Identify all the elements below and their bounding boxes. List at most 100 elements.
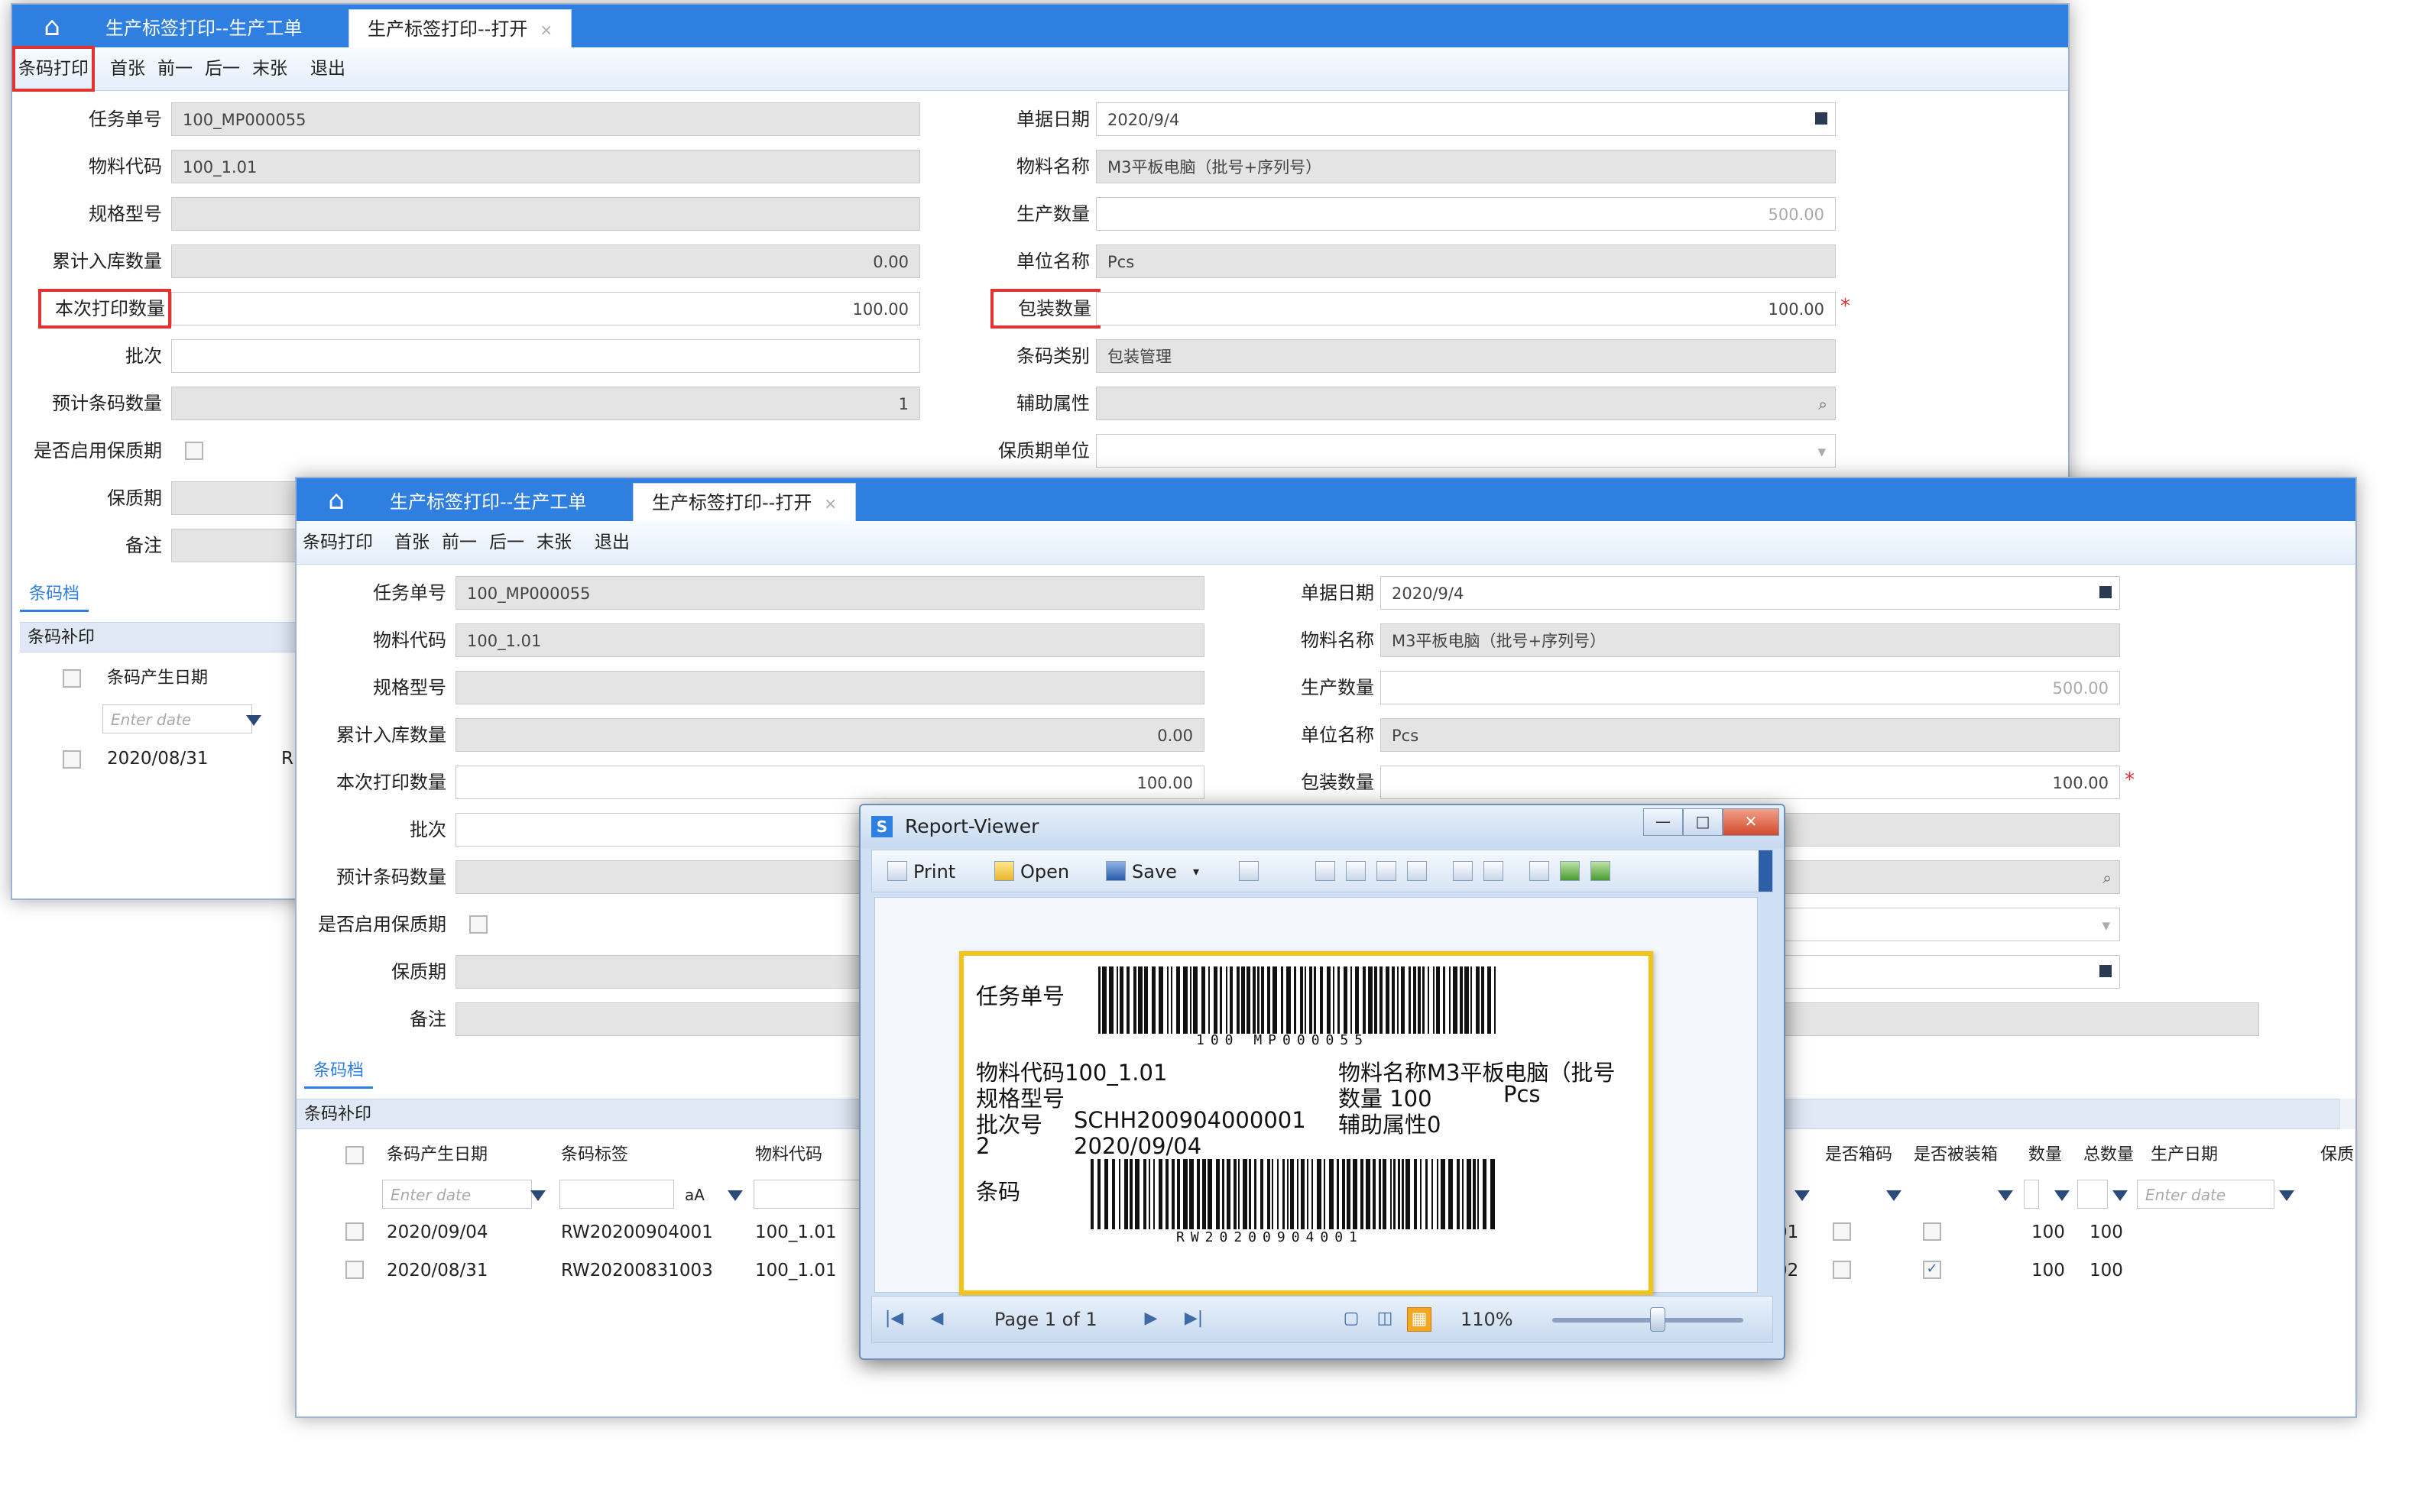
header-checkbox[interactable] bbox=[345, 1146, 364, 1164]
tab-open[interactable]: 生产标签打印--打开 × bbox=[349, 9, 572, 48]
calendar-icon[interactable] bbox=[2099, 965, 2112, 977]
prev-page-icon[interactable]: ◀ bbox=[926, 1307, 948, 1330]
page-icon[interactable] bbox=[1529, 861, 1549, 881]
prod-date-filter-input[interactable]: Enter date bbox=[2137, 1180, 2274, 1209]
first-button[interactable]: 首张 bbox=[110, 47, 145, 90]
save-button[interactable]: Save bbox=[1132, 850, 1177, 893]
next-page-icon[interactable]: ▶ bbox=[1140, 1307, 1162, 1330]
barcode-print-button[interactable]: 条码打印 bbox=[303, 521, 373, 564]
zoom-slider-knob[interactable] bbox=[1649, 1307, 1665, 1332]
last-button[interactable]: 末张 bbox=[252, 47, 287, 90]
doc-date-input[interactable]: 2020/9/4 bbox=[1380, 576, 2120, 610]
shelf-unit-select[interactable]: ▾ bbox=[1096, 434, 1836, 468]
chevron-down-icon[interactable]: ▾ bbox=[2102, 908, 2110, 941]
enable-shelf-checkbox[interactable] bbox=[469, 915, 488, 934]
excel-icon[interactable] bbox=[1590, 861, 1610, 881]
report-viewer-titlebar[interactable]: S Report-Viewer — □ ✕ bbox=[861, 805, 1784, 848]
pack-qty-input[interactable]: 100.00 bbox=[1096, 292, 1836, 325]
home-icon[interactable]: ⌂ bbox=[35, 12, 69, 41]
column-header-shelf[interactable]: 保质 bbox=[2320, 1135, 2354, 1175]
filter-icon[interactable] bbox=[2279, 1190, 2294, 1201]
print-qty-input[interactable]: 100.00 bbox=[455, 766, 1204, 799]
chevron-down-icon[interactable]: ▾ bbox=[1817, 435, 1826, 467]
first-page-icon[interactable]: |◀ bbox=[883, 1307, 906, 1330]
multi-page-icon[interactable]: ▦ bbox=[1407, 1307, 1431, 1332]
pack-qty-input[interactable]: 100.00 bbox=[1380, 766, 2120, 799]
print-qty-input[interactable]: 100.00 bbox=[171, 292, 920, 325]
single-page-icon[interactable]: ▢ bbox=[1340, 1307, 1363, 1330]
copy-icon[interactable] bbox=[1346, 861, 1366, 881]
prev-button[interactable]: 前一 bbox=[442, 521, 477, 564]
tab-work-order[interactable]: 生产标签打印--生产工单 bbox=[87, 9, 320, 47]
prev-button[interactable]: 前一 bbox=[157, 47, 193, 90]
export-icon[interactable] bbox=[1239, 861, 1259, 881]
open-button[interactable]: Open bbox=[1020, 850, 1069, 893]
home-icon[interactable]: ⌂ bbox=[319, 486, 353, 515]
find-icon[interactable] bbox=[1453, 861, 1473, 881]
zoom-slider[interactable] bbox=[1552, 1318, 1743, 1323]
calendar-icon[interactable] bbox=[1815, 112, 1827, 125]
column-header-date[interactable]: 条码产生日期 bbox=[387, 1135, 488, 1175]
column-header-total[interactable]: 总数量 bbox=[2083, 1135, 2134, 1175]
search-icon[interactable]: ⌕ bbox=[2102, 861, 2112, 893]
filter-icon[interactable] bbox=[1998, 1190, 2013, 1201]
label-filter-input[interactable] bbox=[559, 1180, 674, 1209]
last-button[interactable]: 末张 bbox=[537, 521, 572, 564]
case-toggle-icon[interactable]: aA bbox=[685, 1175, 705, 1215]
filter-icon[interactable] bbox=[246, 715, 261, 726]
barcode-print-button[interactable]: 条码打印 bbox=[12, 46, 95, 92]
two-page-icon[interactable]: ◫ bbox=[1373, 1307, 1396, 1330]
date-filter-input[interactable]: Enter date bbox=[102, 704, 252, 733]
page-setup-icon[interactable] bbox=[1315, 861, 1335, 881]
first-button[interactable]: 首张 bbox=[394, 521, 430, 564]
layout-icon[interactable] bbox=[1407, 861, 1427, 881]
save-icon[interactable] bbox=[1106, 861, 1126, 881]
code-filter-input[interactable] bbox=[754, 1180, 868, 1209]
aux-attr-field[interactable]: ⌕ bbox=[1096, 387, 1836, 420]
barcode-tab[interactable]: 条码档 bbox=[20, 579, 89, 612]
enable-shelf-checkbox[interactable] bbox=[185, 442, 203, 460]
refresh-icon[interactable] bbox=[1376, 861, 1396, 881]
minimize-button[interactable]: — bbox=[1643, 808, 1683, 836]
printer-icon[interactable] bbox=[887, 861, 907, 881]
header-checkbox[interactable] bbox=[63, 669, 81, 688]
column-header-label[interactable]: 条码标签 bbox=[561, 1135, 628, 1175]
column-header-date[interactable]: 条码产生日期 bbox=[107, 659, 208, 698]
row-checkbox[interactable] bbox=[345, 1222, 364, 1241]
exit-button[interactable]: 退出 bbox=[595, 521, 630, 564]
exit-button[interactable]: 退出 bbox=[310, 47, 345, 90]
green-icon[interactable] bbox=[1560, 861, 1580, 881]
scrollbar[interactable] bbox=[2339, 1099, 2355, 1129]
last-page-icon[interactable]: ▶| bbox=[1182, 1307, 1205, 1330]
close-button[interactable]: ✕ bbox=[1723, 808, 1779, 836]
column-header-is-box[interactable]: 是否箱码 bbox=[1825, 1135, 1892, 1175]
next-button[interactable]: 后一 bbox=[489, 521, 524, 564]
date-filter-input[interactable]: Enter date bbox=[382, 1180, 532, 1209]
filter-icon[interactable] bbox=[2112, 1190, 2128, 1201]
doc-date-input[interactable]: 2020/9/4 bbox=[1096, 102, 1836, 136]
filter-icon[interactable] bbox=[530, 1190, 546, 1201]
column-header-is-boxed[interactable]: 是否被装箱 bbox=[1914, 1135, 1998, 1175]
tab-open[interactable]: 生产标签打印--打开 × bbox=[633, 483, 857, 522]
chevron-down-icon[interactable]: ▾ bbox=[1193, 850, 1199, 893]
filter-icon[interactable] bbox=[1886, 1190, 1901, 1201]
column-header-prod-date[interactable]: 生产日期 bbox=[2151, 1135, 2218, 1175]
calendar-icon[interactable] bbox=[2099, 586, 2112, 598]
filter-icon[interactable] bbox=[728, 1190, 743, 1201]
filter-icon[interactable] bbox=[2054, 1190, 2070, 1201]
maximize-button[interactable]: □ bbox=[1683, 808, 1723, 836]
print-button[interactable]: Print bbox=[913, 850, 955, 893]
qty-filter-input[interactable] bbox=[2024, 1180, 2039, 1209]
column-header-code[interactable]: 物料代码 bbox=[755, 1135, 822, 1175]
row-checkbox[interactable] bbox=[345, 1261, 364, 1279]
search-icon[interactable]: ⌕ bbox=[1818, 387, 1827, 419]
batch-input[interactable] bbox=[171, 339, 920, 373]
filter-icon[interactable] bbox=[1794, 1190, 1810, 1201]
barcode-tab[interactable]: 条码档 bbox=[304, 1056, 374, 1089]
row-checkbox[interactable] bbox=[63, 750, 81, 769]
tab-work-order[interactable]: 生产标签打印--生产工单 bbox=[371, 483, 605, 521]
close-icon[interactable]: × bbox=[540, 21, 553, 39]
filter-icon[interactable] bbox=[1483, 861, 1503, 881]
column-header-qty[interactable]: 数量 bbox=[2028, 1135, 2062, 1175]
next-button[interactable]: 后一 bbox=[205, 47, 240, 90]
